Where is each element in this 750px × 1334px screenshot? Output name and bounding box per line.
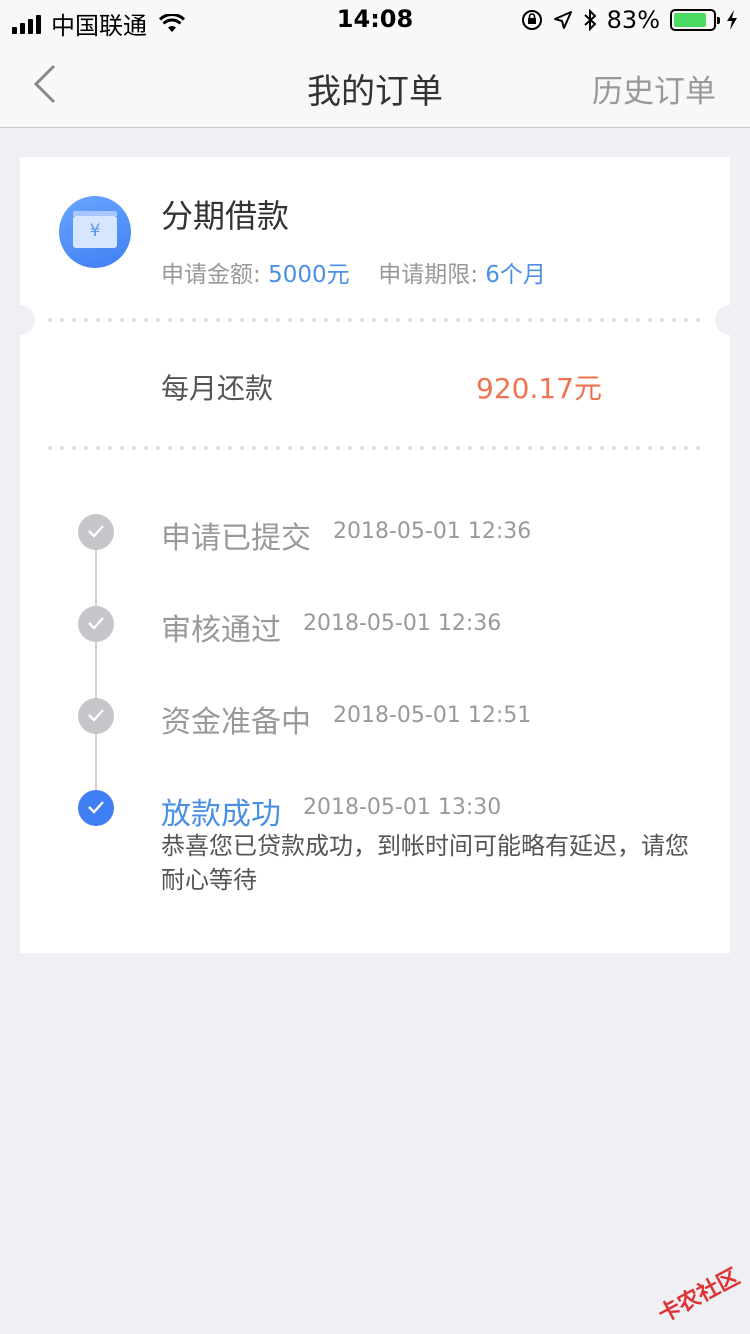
navigation-bar: 我的订单 历史订单: [0, 40, 750, 128]
order-card: ¥ 分期借款 申请金额: 5000元 申请期限: 6个月 每月还款 920.17…: [5, 157, 745, 953]
check-icon: [78, 606, 114, 642]
timeline-step-name: 申请已提交: [161, 521, 311, 556]
chevron-left-icon: [33, 64, 56, 104]
battery-fill: [674, 13, 706, 27]
timeline-step-time: 2018-05-01 12:36: [303, 611, 502, 636]
timeline-step-name-active: 放款成功: [161, 797, 281, 832]
check-icon-active: [78, 790, 114, 826]
timeline-line: [95, 532, 97, 807]
status-right: 83%: [521, 6, 738, 34]
rotation-lock-icon: [521, 10, 542, 30]
status-bar: 中国联通 14:08 83%: [0, 0, 750, 40]
timeline-step-time: 2018-05-01 12:36: [333, 519, 532, 544]
location-icon: [553, 11, 572, 29]
timeline-step-name: 资金准备中: [161, 705, 311, 740]
history-orders-button[interactable]: 历史订单: [592, 66, 716, 111]
success-description: 恭喜您已贷款成功，到帐时间可能略有延迟，请您耐心等待: [161, 832, 689, 894]
battery-percent: 83%: [606, 6, 660, 34]
battery-icon: [670, 9, 720, 31]
order-timeline: 申请已提交 2018-05-01 12:36 审核通过 2018-05-01 1…: [20, 157, 730, 953]
check-icon: [78, 514, 114, 550]
charging-icon: [727, 10, 737, 30]
back-button[interactable]: [24, 60, 68, 108]
timeline-step-time: 2018-05-01 13:30: [303, 795, 502, 820]
bluetooth-icon: [583, 9, 597, 31]
watermark-logo: 卡农社区: [654, 1264, 744, 1328]
timeline-step-time: 2018-05-01 12:51: [333, 703, 532, 728]
timeline-step-name: 审核通过: [161, 613, 281, 648]
check-icon: [78, 698, 114, 734]
